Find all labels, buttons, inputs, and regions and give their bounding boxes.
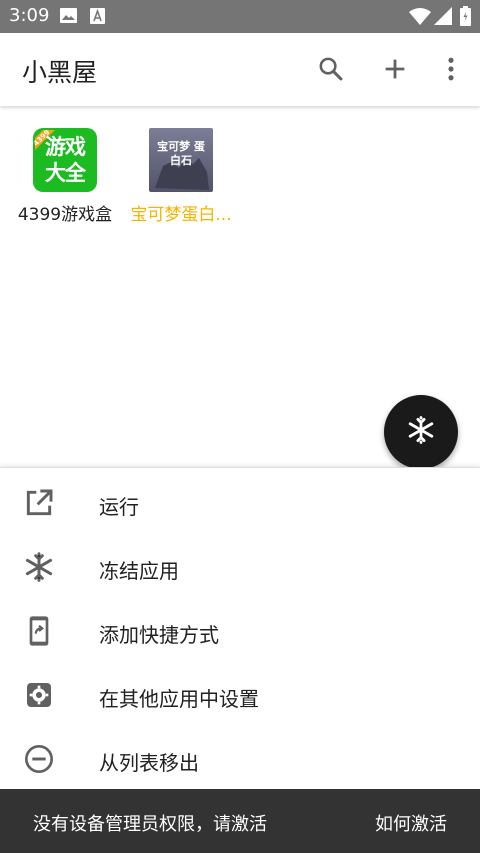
app-icon-pokemon: 宝可梦 蛋白石 [149, 128, 213, 192]
menu-item-label: 运行 [99, 495, 139, 519]
status-bar: 3:09 [0, 0, 480, 33]
search-icon[interactable] [317, 55, 345, 87]
menu-item-label: 在其他应用中设置 [99, 687, 259, 711]
remove-circle-icon [23, 743, 55, 775]
menu-item-label: 添加快捷方式 [99, 623, 219, 647]
menu-item-add-shortcut[interactable]: 添加快捷方式 [0, 598, 480, 662]
snackbar-message: 没有设备管理员权限，请激活 [33, 814, 267, 835]
app-icon-text: 游戏大全 [45, 135, 86, 185]
app-item-pokemon[interactable]: 宝可梦 蛋白石 宝可梦蛋白... [116, 106, 246, 226]
snowflake-icon [23, 551, 55, 583]
page-title: 小黑屋 [22, 58, 98, 87]
snackbar-action-button[interactable]: 如何激活 [375, 810, 447, 836]
menu-item-label: 冻结应用 [99, 559, 179, 583]
app-item-4399[interactable]: 4399 游戏大全 4399游戏盒 [0, 106, 130, 226]
app-action-sheet: 运行 冻结应用 添加快捷方式 在其他应用中设置 从列表移出 [0, 467, 480, 790]
settings-icon [23, 679, 55, 711]
app-label: 宝可梦蛋白... [130, 205, 232, 225]
phone-shortcut-icon [23, 615, 55, 647]
snackbar: 没有设备管理员权限，请激活 如何激活 [0, 789, 480, 853]
app-icon-text: 宝可梦 蛋白石 [157, 140, 205, 167]
app-label: 4399游戏盒 [17, 205, 113, 225]
more-vert-icon[interactable] [437, 55, 465, 87]
add-icon[interactable] [381, 55, 409, 87]
open-in-new-icon [23, 487, 55, 519]
signal-icon [434, 7, 452, 29]
menu-item-settings[interactable]: 在其他应用中设置 [0, 662, 480, 726]
image-icon [60, 8, 77, 27]
snowflake-icon [406, 415, 436, 449]
menu-item-remove[interactable]: 从列表移出 [0, 726, 480, 790]
freeze-fab-button[interactable] [384, 395, 458, 469]
a-box-icon [90, 8, 105, 28]
menu-item-label: 从列表移出 [99, 751, 199, 775]
status-time: 3:09 [9, 5, 50, 26]
battery-charging-icon [460, 6, 471, 30]
menu-item-run[interactable]: 运行 [0, 470, 480, 534]
app-icon-4399: 4399 游戏大全 [32, 128, 97, 192]
menu-item-freeze[interactable]: 冻结应用 [0, 534, 480, 598]
app-bar: 小黑屋 [0, 33, 480, 106]
wifi-icon [409, 7, 431, 29]
